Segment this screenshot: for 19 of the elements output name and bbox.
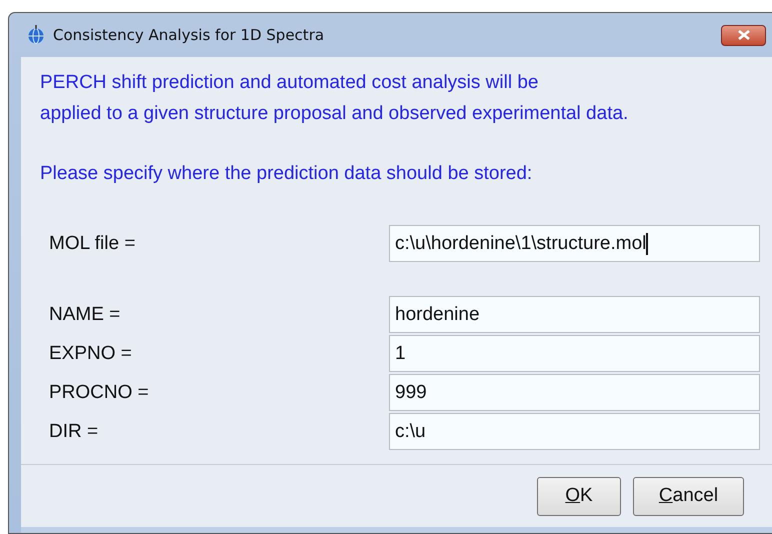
field-label: EXPNO =: [48, 342, 133, 364]
intro-text: PERCH shift prediction and automated cost analysis will be: [40, 71, 540, 95]
ok-button[interactable]: OK: [537, 476, 621, 516]
prompt-text: Please specify where the prediction data should be stored:: [40, 162, 534, 186]
field-label: MOL file =: [48, 232, 136, 254]
input-field[interactable]: c:\u: [389, 413, 760, 450]
field-label: PROCNO =: [48, 382, 150, 404]
window-title: Consistency Analysis for 1D Spectra: [53, 26, 326, 44]
close-icon: [736, 30, 750, 40]
input-field[interactable]: hordenine: [389, 296, 760, 333]
close-button[interactable]: [721, 24, 766, 46]
field-label: NAME =: [48, 304, 122, 326]
intro-text: applied to a given structure proposal and observed experimental data.: [40, 102, 630, 126]
input-field[interactable]: 999: [389, 374, 760, 411]
field-label: DIR =: [48, 420, 100, 442]
globe-icon: [27, 25, 45, 45]
cancel-button[interactable]: Cancel: [633, 476, 744, 516]
input-field[interactable]: c:\u\hordenine\1\structure.mol: [389, 225, 760, 262]
input-field[interactable]: 1: [389, 335, 760, 372]
